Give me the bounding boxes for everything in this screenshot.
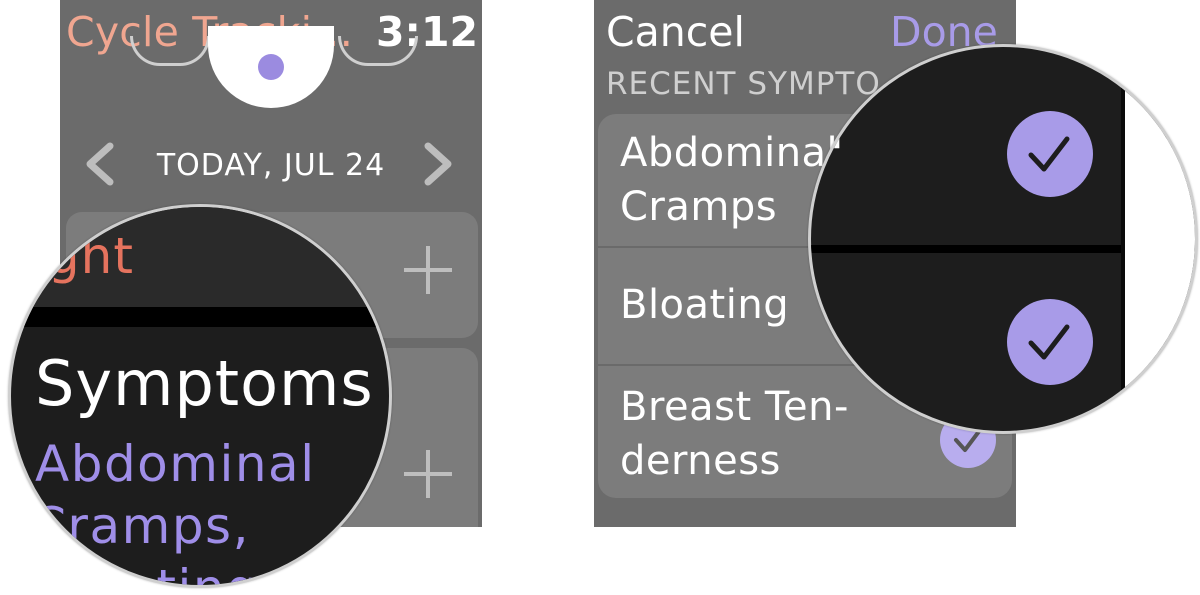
symptom-label-line2: Cramps	[620, 184, 778, 230]
symptoms-summary-line2: Cramps,	[31, 497, 250, 555]
add-weight-button[interactable]	[400, 242, 456, 309]
symptom-label-line1: Bloating	[620, 282, 790, 328]
magnified-background	[1125, 47, 1195, 431]
symptoms-summary-line1: Abdominal	[35, 435, 316, 493]
cycle-ring-segment-left	[130, 36, 210, 66]
cycle-ring[interactable]	[208, 26, 334, 108]
plus-icon	[404, 246, 452, 294]
magnified-label-fragment: l	[829, 97, 845, 162]
checkmark-glyph	[1028, 136, 1070, 172]
symptoms-summary-line3: Bloating	[41, 559, 260, 588]
chevron-right-icon	[424, 142, 452, 186]
add-symptom-button[interactable]	[400, 446, 456, 513]
magnifier-left: ight Symptoms Abdominal Cramps, Bloating	[8, 204, 392, 588]
weight-label: ight	[33, 227, 134, 285]
next-day-button[interactable]	[422, 140, 456, 198]
symptoms-title: Symptoms	[35, 347, 374, 420]
chevron-left-icon	[86, 142, 114, 186]
date-label: TODAY, JUL 24	[156, 148, 386, 183]
plus-icon	[404, 450, 452, 498]
checkmark-icon[interactable]	[1007, 299, 1093, 385]
previous-day-button[interactable]	[82, 140, 116, 198]
symptom-label-line2: derness	[620, 438, 781, 484]
card-divider	[11, 307, 389, 327]
cancel-button[interactable]: Cancel	[606, 8, 745, 56]
today-dot	[258, 54, 284, 80]
checkmark-glyph	[1028, 324, 1070, 360]
magnifier-right: l	[808, 44, 1198, 434]
symptom-label-line1: Breast Ten-	[620, 384, 849, 430]
symptom-label-line1: Abdominal	[620, 130, 839, 176]
cycle-ring-segment-right	[338, 36, 418, 66]
checkmark-icon[interactable]	[1007, 111, 1093, 197]
